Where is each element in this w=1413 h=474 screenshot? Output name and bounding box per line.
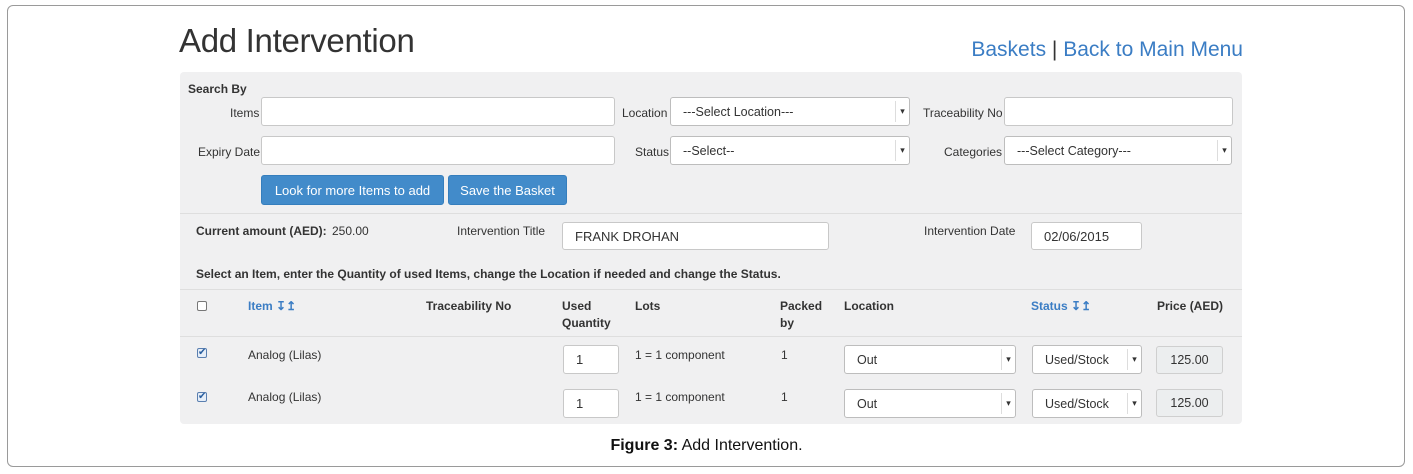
traceability-column-header: Traceability No xyxy=(426,299,512,313)
status-select-value: --Select-- xyxy=(683,143,735,158)
row-price: 125.00 xyxy=(1156,389,1223,417)
packed-by-header-line1: Packed xyxy=(780,299,823,313)
back-to-main-menu-link[interactable]: Back to Main Menu xyxy=(1063,38,1243,61)
chevron-down-icon: ▾ xyxy=(895,140,909,161)
item-column-header[interactable]: Item ↧↥ xyxy=(248,298,296,315)
expiry-date-input[interactable] xyxy=(261,136,615,165)
status-select[interactable]: --Select-- ▾ xyxy=(670,136,910,165)
row-packed-by: 1 xyxy=(781,348,788,362)
row-status-select[interactable]: Used/Stock ▾ xyxy=(1032,345,1142,374)
intervention-panel: Search By Items Location ---Select Locat… xyxy=(180,72,1242,424)
categories-label: Categories xyxy=(944,145,1003,159)
nav-separator: | xyxy=(1051,38,1058,61)
traceability-label: Traceability No xyxy=(923,106,1003,120)
price-column-header: Price (AED) xyxy=(1157,299,1224,313)
categories-select-value: ---Select Category--- xyxy=(1017,143,1131,158)
row-item: Analog (Lilas) xyxy=(248,348,322,362)
save-basket-button[interactable]: Save the Basket xyxy=(448,175,567,205)
location-label: Location xyxy=(622,106,668,120)
row-status-select[interactable]: Used/Stock ▾ xyxy=(1032,389,1142,418)
chevron-down-icon: ▾ xyxy=(1127,349,1141,370)
status-column-header[interactable]: Status ↧↥ xyxy=(1031,298,1091,315)
row-item: Analog (Lilas) xyxy=(248,390,322,404)
used-quantity-header-line2: Quantity xyxy=(562,316,611,330)
status-label: Status xyxy=(635,145,670,159)
row-price: 125.00 xyxy=(1156,346,1223,374)
location-select[interactable]: ---Select Location--- ▾ xyxy=(670,97,910,126)
look-for-items-button[interactable]: Look for more Items to add xyxy=(261,175,444,205)
used-quantity-header-line1: Used xyxy=(562,299,592,313)
intervention-date-input[interactable]: 02/06/2015 xyxy=(1031,222,1142,250)
intervention-title-label: Intervention Title xyxy=(457,224,546,238)
row-location-value: Out xyxy=(857,396,878,411)
divider xyxy=(180,213,1242,214)
chevron-down-icon: ▾ xyxy=(1127,393,1141,414)
divider xyxy=(180,336,1242,337)
select-all-checkbox[interactable] xyxy=(197,301,207,311)
location-column-header: Location xyxy=(844,299,894,313)
figure-caption: Figure 3: Add Intervention. xyxy=(0,437,1413,455)
packed-by-header-line2: by xyxy=(780,316,795,330)
location-select-value: ---Select Location--- xyxy=(683,104,794,119)
intervention-date-label: Intervention Date xyxy=(924,224,1016,238)
row-status-value: Used/Stock xyxy=(1045,396,1109,411)
row-status-value: Used/Stock xyxy=(1045,352,1109,367)
figure-caption-text: Add Intervention. xyxy=(678,437,803,454)
top-nav: Baskets | Back to Main Menu xyxy=(971,38,1243,62)
used-quantity-input[interactable]: 1 xyxy=(563,389,619,418)
row-checkbox[interactable]: ✔ xyxy=(197,348,207,358)
baskets-link[interactable]: Baskets xyxy=(971,38,1046,61)
expiry-date-label: Expiry Date xyxy=(198,145,261,159)
packed-by-column-header: Packed by xyxy=(780,298,822,332)
row-lots: 1 = 1 component xyxy=(635,348,725,362)
items-input[interactable] xyxy=(261,97,615,126)
row-packed-by: 1 xyxy=(781,390,788,404)
chevron-down-icon: ▾ xyxy=(1217,140,1231,161)
traceability-input[interactable] xyxy=(1004,97,1233,126)
current-amount-value: 250.00 xyxy=(332,224,369,238)
chevron-down-icon: ▾ xyxy=(1001,393,1015,414)
categories-select[interactable]: ---Select Category--- ▾ xyxy=(1004,136,1232,165)
divider xyxy=(180,289,1242,290)
search-by-heading: Search By xyxy=(188,82,247,96)
row-location-select[interactable]: Out ▾ xyxy=(844,345,1016,374)
row-location-value: Out xyxy=(857,352,878,367)
row-checkbox[interactable]: ✔ xyxy=(197,392,207,402)
figure-caption-label: Figure 3: xyxy=(610,437,679,454)
page-title: Add Intervention xyxy=(179,22,415,59)
intervention-title-input[interactable]: FRANK DROHAN xyxy=(562,222,829,250)
chevron-down-icon: ▾ xyxy=(1001,349,1015,370)
current-amount-label: Current amount (AED): xyxy=(196,224,327,238)
lots-column-header: Lots xyxy=(635,299,661,313)
used-quantity-column-header: Used Quantity xyxy=(562,298,611,332)
row-location-select[interactable]: Out ▾ xyxy=(844,389,1016,418)
instruction-text: Select an Item, enter the Quantity of us… xyxy=(196,267,781,281)
chevron-down-icon: ▾ xyxy=(895,101,909,122)
items-label: Items xyxy=(230,106,260,120)
row-lots: 1 = 1 component xyxy=(635,390,725,404)
used-quantity-input[interactable]: 1 xyxy=(563,345,619,374)
